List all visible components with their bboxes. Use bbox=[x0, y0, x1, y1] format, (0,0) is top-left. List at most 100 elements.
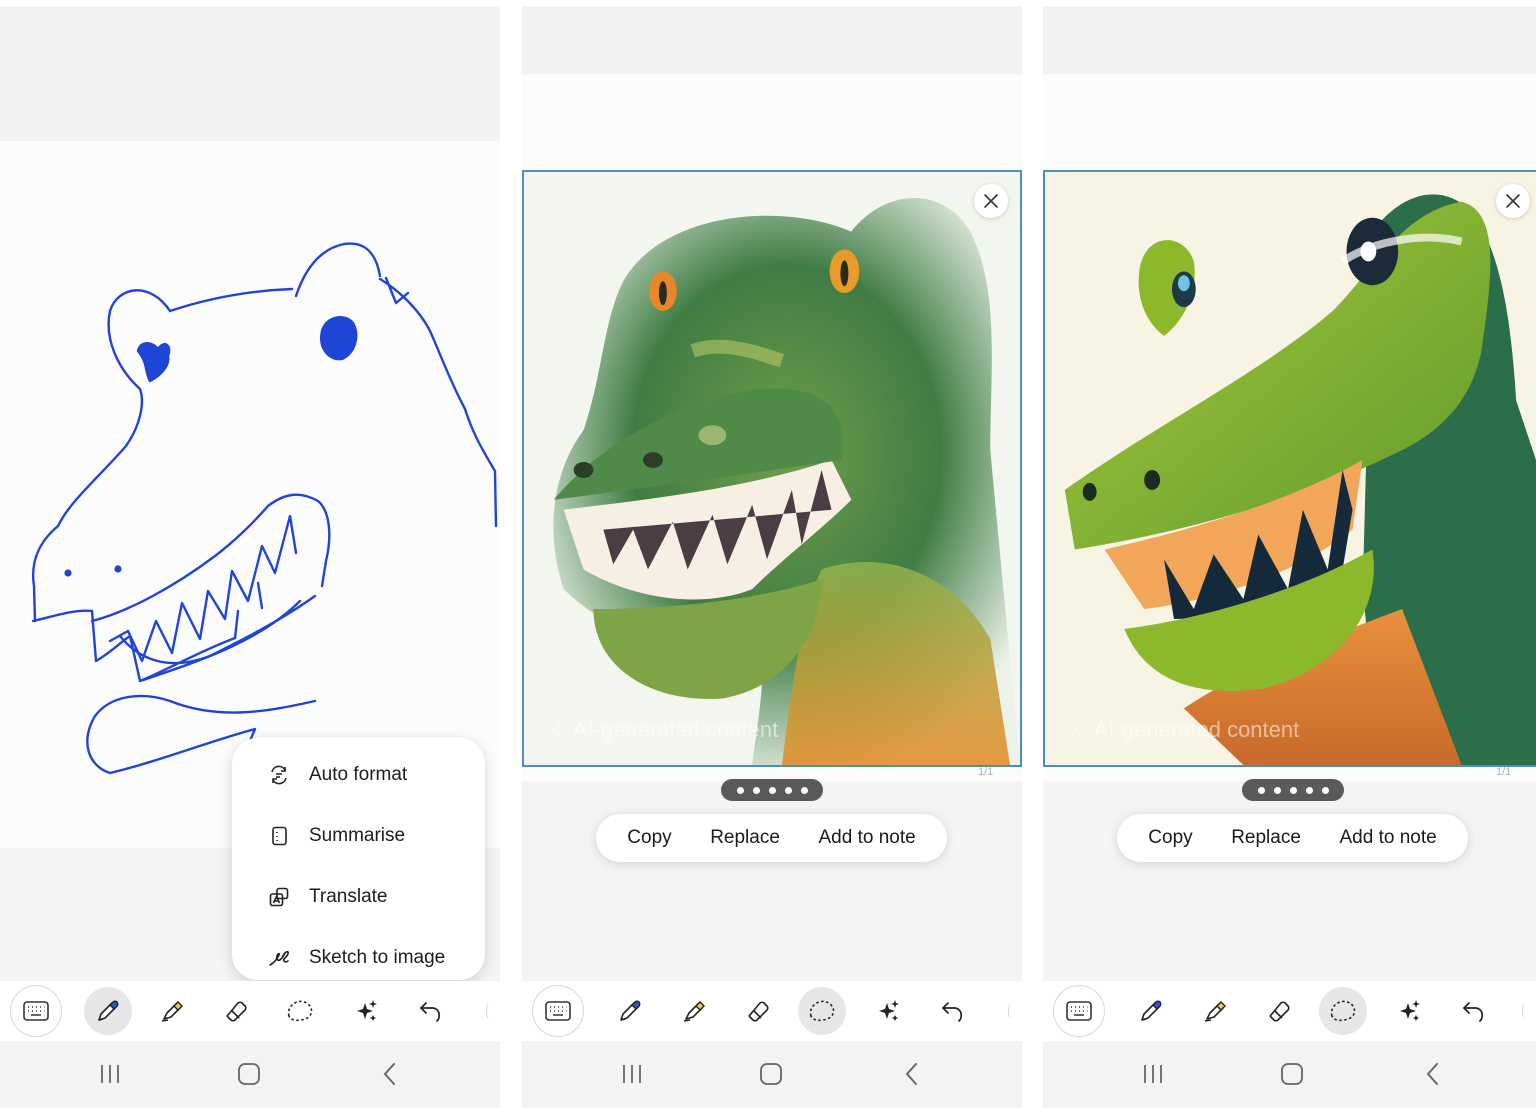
generated-image-frame[interactable]: ✧ AI-generated content bbox=[1043, 170, 1536, 767]
eraser-tool-button[interactable] bbox=[1255, 987, 1303, 1035]
page-indicator: 1/1 bbox=[978, 766, 994, 778]
close-result-button[interactable] bbox=[974, 184, 1008, 218]
top-bar bbox=[522, 6, 1022, 74]
pen-tool-button[interactable] bbox=[606, 987, 654, 1035]
eraser-tool-button[interactable] bbox=[212, 987, 260, 1035]
drawing-toolbar bbox=[0, 981, 500, 1041]
result-action-bar: Copy Replace Add to note bbox=[596, 814, 947, 862]
system-navbar bbox=[522, 1041, 1022, 1108]
sketch-to-image-icon bbox=[269, 950, 289, 966]
pen-icon bbox=[620, 1000, 641, 1021]
copy-button[interactable]: Copy bbox=[1140, 821, 1200, 855]
ai-assist-button[interactable] bbox=[342, 987, 390, 1035]
recent-apps-icon bbox=[1144, 1065, 1162, 1083]
panel-sketch: Auto format Summarise Translate Sketch t… bbox=[0, 6, 500, 1108]
home-button[interactable] bbox=[231, 1059, 267, 1089]
undo-icon bbox=[420, 1002, 441, 1022]
cartoon-crocodile-image bbox=[1045, 172, 1536, 765]
keyboard-icon bbox=[23, 1001, 49, 1021]
ai-watermark: ✧ AI-generated content bbox=[550, 717, 778, 743]
recent-apps-icon bbox=[623, 1065, 641, 1083]
result-action-bar: Copy Replace Add to note bbox=[1117, 814, 1468, 862]
highlighter-icon bbox=[161, 1001, 183, 1022]
close-icon bbox=[1506, 194, 1520, 208]
lasso-icon bbox=[809, 1000, 835, 1022]
undo-icon bbox=[942, 1002, 963, 1022]
pen-icon bbox=[1141, 1000, 1162, 1021]
note-assist-menu: Auto format Summarise Translate Sketch t… bbox=[232, 738, 485, 980]
menu-item-label: Sketch to image bbox=[309, 946, 446, 968]
add-to-note-button[interactable]: Add to note bbox=[1331, 821, 1444, 855]
undo-button[interactable] bbox=[406, 987, 454, 1035]
back-button[interactable] bbox=[894, 1059, 930, 1089]
home-button[interactable] bbox=[753, 1059, 789, 1089]
back-button[interactable] bbox=[372, 1059, 408, 1089]
ai-watermark-text: AI-generated content bbox=[572, 717, 779, 742]
highlighter-icon bbox=[683, 1001, 705, 1022]
menu-item-sketch-to-image[interactable]: Sketch to image bbox=[232, 927, 485, 988]
ai-watermark-text: AI-generated content bbox=[1093, 717, 1300, 742]
recent-apps-button[interactable] bbox=[1135, 1059, 1171, 1089]
recent-apps-button[interactable] bbox=[92, 1059, 128, 1089]
system-navbar bbox=[0, 1041, 500, 1108]
highlighter-tool-button[interactable] bbox=[670, 987, 718, 1035]
system-navbar bbox=[1043, 1041, 1536, 1108]
pen-icon bbox=[98, 1000, 119, 1021]
auto-format-icon bbox=[271, 765, 287, 784]
add-to-note-button[interactable]: Add to note bbox=[810, 821, 923, 855]
lasso-tool-button[interactable] bbox=[1319, 987, 1367, 1035]
toolbar-scroll-edge bbox=[1522, 1003, 1528, 1019]
top-bar bbox=[0, 6, 500, 141]
top-bar bbox=[1043, 6, 1536, 74]
menu-item-auto-format[interactable]: Auto format bbox=[232, 744, 485, 805]
pen-tool-button[interactable] bbox=[84, 987, 132, 1035]
ai-assist-button[interactable] bbox=[1385, 987, 1433, 1035]
close-icon bbox=[984, 194, 998, 208]
home-icon bbox=[238, 1063, 260, 1085]
recent-apps-icon bbox=[101, 1065, 119, 1083]
keyboard-icon bbox=[545, 1001, 571, 1021]
generated-image-frame[interactable]: ✧ AI-generated content bbox=[522, 170, 1022, 767]
panel-watercolor-result: ✧ AI-generated content 1/1 Copy Replace … bbox=[522, 6, 1022, 1108]
result-carousel-dots[interactable] bbox=[1242, 779, 1344, 801]
eraser-tool-button[interactable] bbox=[734, 987, 782, 1035]
ai-sparkle-icon: ✧ bbox=[1071, 719, 1088, 742]
home-button[interactable] bbox=[1274, 1059, 1310, 1089]
replace-button[interactable]: Replace bbox=[1223, 821, 1309, 855]
keyboard-button[interactable] bbox=[1053, 985, 1105, 1037]
watercolor-crocodile-image bbox=[524, 172, 1020, 765]
toolbar-scroll-edge bbox=[486, 1003, 492, 1019]
result-carousel-dots[interactable] bbox=[721, 779, 823, 801]
menu-item-summarise[interactable]: Summarise bbox=[232, 805, 485, 866]
replace-button[interactable]: Replace bbox=[702, 821, 788, 855]
copy-button[interactable]: Copy bbox=[619, 821, 679, 855]
highlighter-tool-button[interactable] bbox=[148, 987, 196, 1035]
back-icon bbox=[384, 1063, 395, 1085]
menu-item-label: Translate bbox=[309, 885, 388, 907]
ai-sparkle-icon bbox=[879, 1000, 899, 1021]
undo-button[interactable] bbox=[1449, 987, 1497, 1035]
close-result-button[interactable] bbox=[1496, 184, 1530, 218]
undo-button[interactable] bbox=[928, 987, 976, 1035]
eraser-icon bbox=[748, 1001, 769, 1022]
highlighter-tool-button[interactable] bbox=[1191, 987, 1239, 1035]
toolbar-scroll-edge bbox=[1008, 1003, 1014, 1019]
eraser-icon bbox=[226, 1001, 247, 1022]
menu-item-translate[interactable]: Translate bbox=[232, 866, 485, 927]
recent-apps-button[interactable] bbox=[614, 1059, 650, 1089]
eraser-icon bbox=[1269, 1001, 1290, 1022]
home-icon bbox=[760, 1063, 782, 1085]
home-icon bbox=[1281, 1063, 1303, 1085]
lasso-tool-button[interactable] bbox=[276, 987, 324, 1035]
summarise-icon bbox=[272, 826, 287, 845]
highlighter-icon bbox=[1204, 1001, 1226, 1022]
back-button[interactable] bbox=[1415, 1059, 1451, 1089]
ai-sparkle-icon bbox=[1400, 1000, 1420, 1021]
ai-sparkle-icon bbox=[357, 1000, 377, 1021]
keyboard-button[interactable] bbox=[532, 985, 584, 1037]
drawing-toolbar bbox=[1043, 981, 1536, 1041]
ai-assist-button[interactable] bbox=[864, 987, 912, 1035]
lasso-tool-button[interactable] bbox=[798, 987, 846, 1035]
pen-tool-button[interactable] bbox=[1127, 987, 1175, 1035]
keyboard-button[interactable] bbox=[10, 985, 62, 1037]
